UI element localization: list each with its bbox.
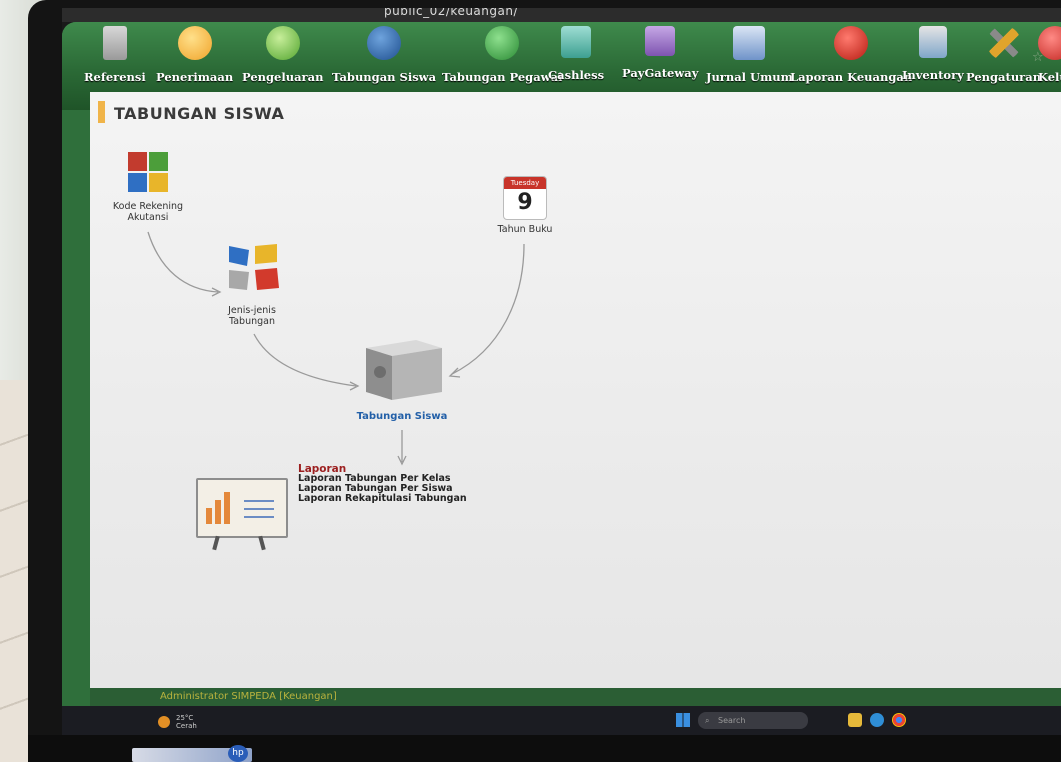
jenis-tabungan-label: Jenis-jenis Tabungan (228, 305, 276, 327)
node-tabungan-siswa[interactable]: Tabungan Siswa (354, 334, 450, 422)
tahun-buku-label: Tahun Buku (497, 224, 553, 235)
puzzle-blocks-icon (229, 244, 279, 290)
edge-browser-icon[interactable] (870, 713, 884, 727)
windows-tiles-icon (128, 152, 168, 192)
chrome-browser-icon[interactable] (892, 713, 906, 727)
os-taskbar (62, 706, 1061, 736)
laporan-section: Laporan Laporan Tabungan Per Kelas Lapor… (298, 464, 467, 504)
tabungan-siswa-label: Tabungan Siswa (356, 411, 448, 422)
connector-kode-to-jenis (147, 231, 219, 293)
diagram-connectors (147, 231, 525, 466)
hp-logo-icon: hp (228, 745, 248, 762)
connector-jenis-to-tabungan (253, 333, 357, 387)
taskbar-search[interactable]: ⌕ Search (698, 712, 808, 729)
safe-icon (366, 340, 442, 400)
laporan-rekapitulasi-link[interactable]: Laporan Rekapitulasi Tabungan (298, 494, 467, 504)
weather-condition: Cerah (176, 722, 197, 730)
presentation-board-icon (192, 470, 288, 551)
status-text: Administrator SIMPEDA [Keuangan] (160, 691, 337, 702)
file-explorer-icon[interactable] (848, 713, 862, 727)
weather-temp: 25°C (176, 714, 194, 722)
calendar-day-name: Tuesday (504, 177, 546, 189)
search-placeholder: Search (718, 716, 746, 725)
weather-widget[interactable]: 25°C Cerah (176, 714, 197, 730)
node-tahun-buku[interactable]: Tuesday 9 Tahun Buku (490, 176, 560, 235)
search-icon: ⌕ (705, 716, 710, 725)
windows-start-icon[interactable] (676, 713, 690, 727)
weather-sun-icon[interactable] (158, 716, 170, 728)
calendar-day-number: 9 (517, 190, 533, 215)
connector-tahun-to-tabungan (451, 243, 525, 375)
kode-rekening-label: Kode Rekening Akutansi (112, 201, 184, 223)
node-jenis-tabungan[interactable]: Jenis-jenis Tabungan (212, 242, 292, 327)
calendar-icon: Tuesday 9 (503, 176, 547, 220)
node-kode-rekening[interactable]: Kode Rekening Akutansi (108, 150, 188, 223)
